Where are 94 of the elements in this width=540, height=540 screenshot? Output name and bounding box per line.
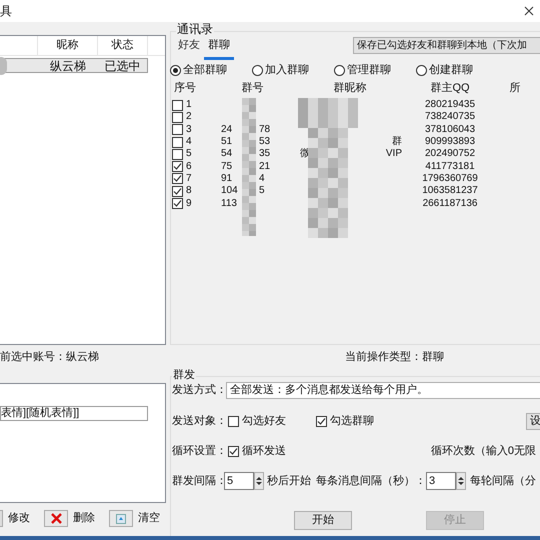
checkbox[interactable] — [172, 173, 183, 184]
row-number: 5 — [186, 149, 192, 160]
radio-button[interactable] — [170, 64, 181, 76]
group-number: 51 — [221, 136, 232, 148]
group-number: 53 — [259, 136, 270, 148]
operation-type-label: 当前操作类型：群聊 — [345, 350, 444, 366]
owner-qq: 411773181 — [424, 162, 476, 172]
owner-qq: 280219435 — [424, 100, 476, 110]
checkbox[interactable] — [172, 148, 183, 160]
row-number: 2 — [186, 112, 192, 122]
column-header[interactable]: 群号 — [215, 80, 290, 96]
group-number: 54 — [221, 148, 232, 160]
checkbox[interactable] — [316, 416, 327, 427]
group-number: 24 — [221, 124, 232, 135]
checkbox-label[interactable]: 勾选好友 — [242, 413, 286, 430]
radio-button[interactable] — [416, 64, 427, 76]
status: 已选中 — [103, 58, 142, 74]
message-item[interactable]: 表情][随机表情]] — [0, 406, 148, 421]
button-label[interactable]: 修改 — [8, 510, 30, 527]
send-mode-dropdown[interactable]: 全部发送：多个消息都发送给每个用户。 — [226, 382, 540, 399]
button-label[interactable]: 删除 — [73, 510, 95, 527]
checkbox-label[interactable]: 勾选群聊 — [330, 413, 374, 430]
loop-count-label: 循环次数（输入0无限 — [430, 444, 536, 459]
column-header[interactable]: 所 — [490, 80, 540, 96]
group-number: 78 — [259, 124, 270, 135]
radio-option[interactable]: 创建群聊 — [416, 62, 498, 78]
save-button[interactable]: 保存已勾选好友和群聊到本地（下次加 — [353, 37, 540, 54]
checkbox[interactable] — [172, 186, 183, 197]
action-button[interactable]: 开始 — [294, 511, 352, 530]
column-header[interactable]: 群昵称 — [290, 80, 410, 96]
group-number: 91 — [221, 172, 232, 184]
window-title: 具 — [0, 3, 12, 20]
field-label: 发送对象： — [172, 414, 228, 430]
field-label: 发送方式： — [172, 382, 226, 398]
tab[interactable]: 好友 — [174, 37, 204, 56]
owner-qq: 2661187136 — [422, 198, 478, 209]
radio-button[interactable] — [334, 64, 345, 76]
radio-button[interactable] — [252, 64, 263, 76]
nickname: 纵云梯 — [49, 58, 88, 74]
radio-option[interactable]: 加入群聊 — [252, 62, 334, 78]
column-header[interactable]: 序号 — [170, 80, 215, 96]
close-icon[interactable] — [524, 6, 534, 16]
owner-qq: 909993893 — [424, 137, 476, 148]
group-title: 通讯录 — [176, 22, 214, 36]
group-name: VIP — [386, 148, 402, 160]
group-number: 4 — [259, 172, 265, 184]
column-header[interactable]: 状态 — [98, 36, 148, 55]
selected-account-label: 前选中账号：纵云梯 — [0, 350, 100, 366]
button-label[interactable]: 清空 — [138, 510, 160, 527]
checkbox[interactable] — [172, 161, 183, 172]
column-header[interactable]: 昵称 — [38, 36, 98, 55]
row-number: 6 — [186, 162, 192, 172]
column-header[interactable]: 群主QQ — [410, 80, 490, 96]
radio-option[interactable]: 管理群聊 — [334, 62, 416, 78]
radio-option[interactable]: 全部群聊 — [170, 62, 252, 78]
group-number: 113 — [221, 198, 237, 209]
group-number: 104 — [221, 185, 238, 196]
checkbox[interactable] — [172, 136, 183, 148]
field-label: 循环设置： — [172, 444, 228, 459]
group-number: 21 — [259, 160, 270, 172]
group-number: 5 — [259, 185, 265, 196]
field-label: 每条消息间隔（秒）： — [316, 474, 426, 489]
checkbox[interactable] — [172, 198, 183, 210]
checkbox[interactable] — [172, 100, 183, 111]
tab[interactable]: 群聊 — [204, 37, 234, 60]
account-row[interactable]: 纵云梯 已选中 — [0, 58, 148, 73]
number-field[interactable]: 3 — [426, 472, 456, 490]
delete-icon[interactable] — [44, 510, 68, 527]
checkbox-label[interactable]: 循环发送 — [242, 443, 286, 460]
owner-qq: 202490752 — [424, 149, 476, 160]
owner-qq: 378106043 — [424, 124, 476, 135]
field-label: 每轮间隔（分 — [470, 474, 536, 489]
checkbox[interactable] — [172, 124, 183, 136]
row-number: 1 — [186, 100, 192, 110]
row-number: 9 — [186, 198, 192, 209]
field-label: 秒后开始 — [267, 474, 311, 489]
row-number: 4 — [186, 137, 192, 148]
owner-qq: 738240735 — [424, 112, 476, 122]
group-name: 群 — [392, 136, 402, 148]
number-field[interactable]: 5 — [224, 472, 254, 490]
row-number: 7 — [186, 174, 192, 184]
owner-qq: 1063581237 — [421, 186, 479, 196]
row-number: 8 — [186, 186, 192, 196]
checkbox[interactable] — [172, 112, 183, 123]
group-number: 35 — [259, 148, 270, 160]
spinner-icon[interactable] — [456, 472, 466, 490]
group-number: 75 — [221, 160, 232, 172]
group-title: 群发 — [172, 368, 196, 382]
owner-qq: 1796360769 — [421, 174, 479, 184]
row-number: 3 — [186, 124, 192, 135]
spinner-icon[interactable] — [254, 472, 264, 490]
checkbox[interactable] — [228, 446, 239, 457]
field-label: 群发间隔： — [172, 474, 224, 489]
checkbox[interactable] — [228, 416, 239, 427]
